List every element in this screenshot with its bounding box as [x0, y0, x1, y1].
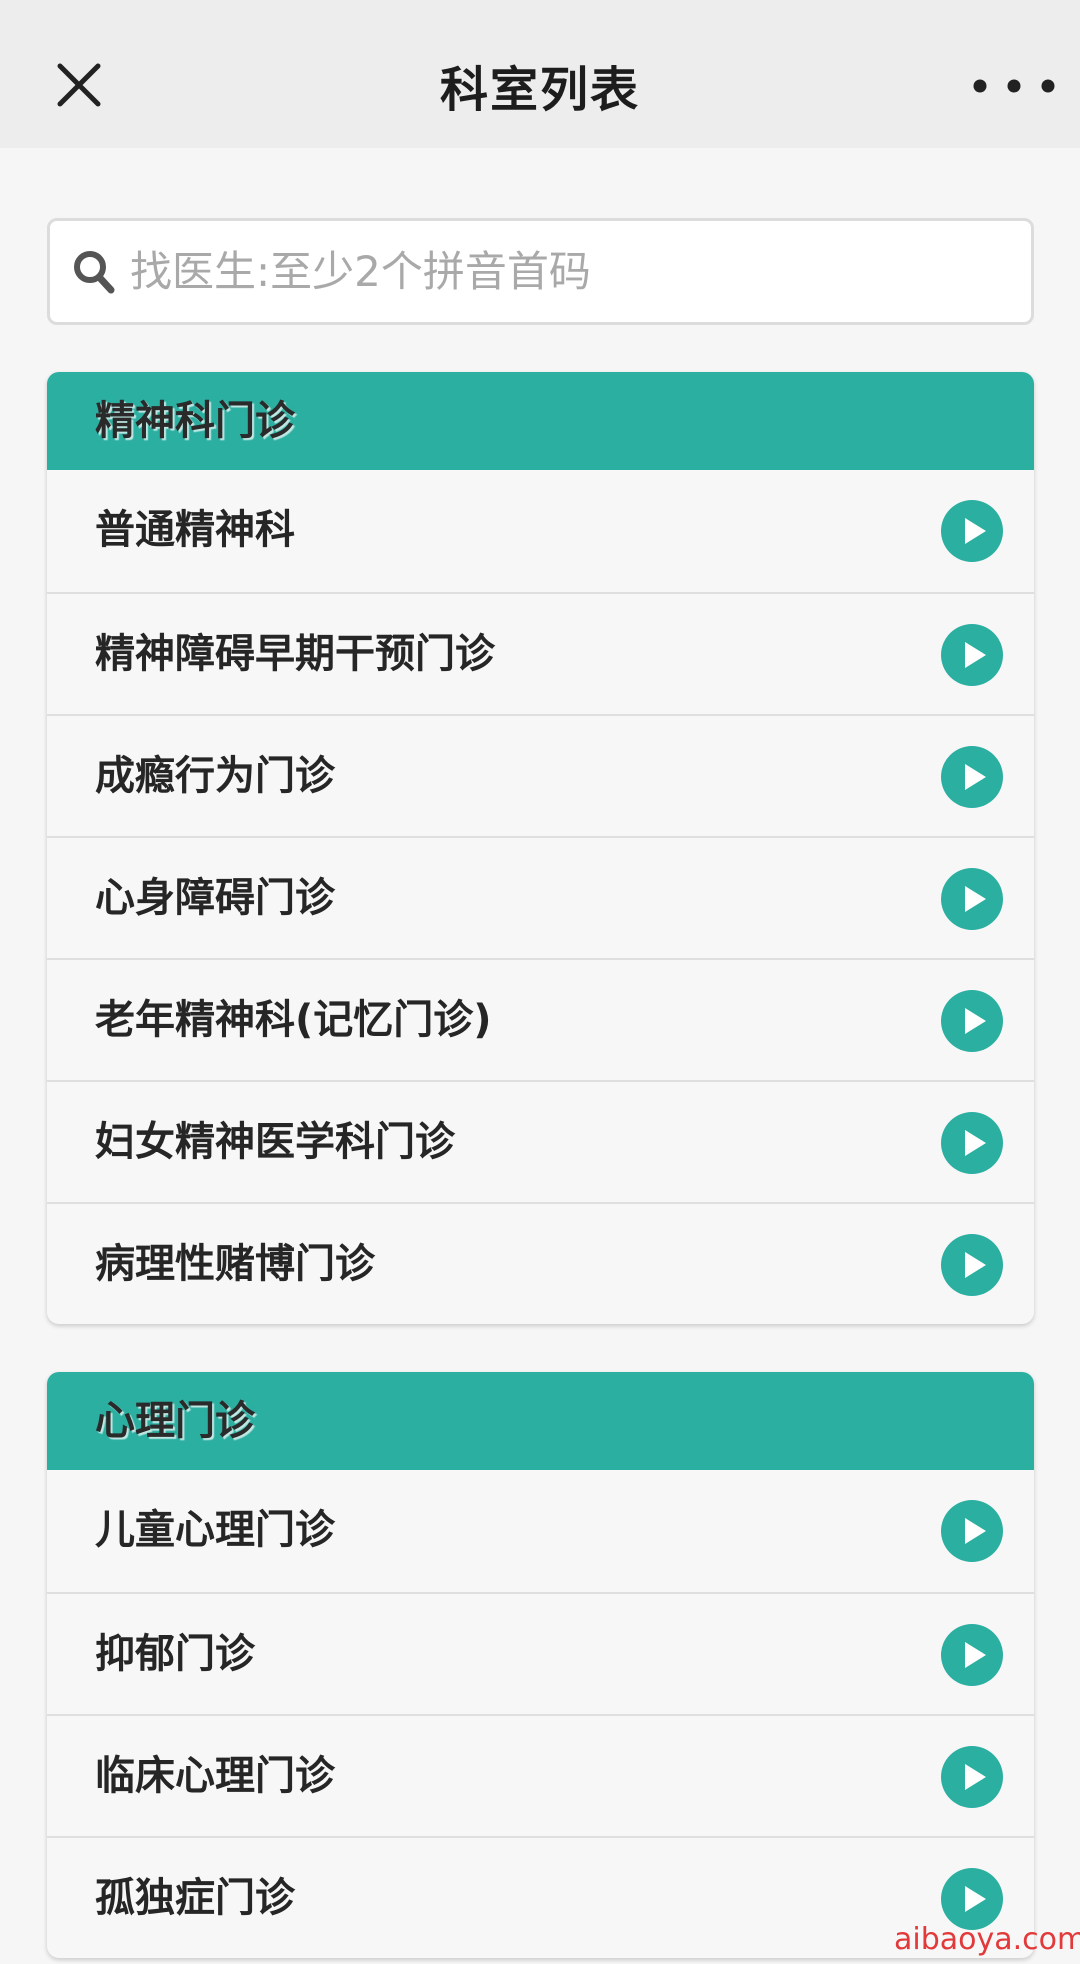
department-item[interactable]: 妇女精神医学科门诊: [47, 1080, 1034, 1202]
department-item[interactable]: 心身障碍门诊: [47, 836, 1034, 958]
section-header: 心理门诊: [47, 1372, 1034, 1470]
department-section: 心理门诊 儿童心理门诊 抑郁门诊临床心理门诊 孤独症门诊: [47, 1372, 1034, 1958]
department-item[interactable]: 孤独症门诊: [47, 1836, 1034, 1958]
department-item-label: 临床心理门诊: [95, 1753, 335, 1799]
more-dots-icon[interactable]: [968, 74, 1060, 98]
search-box[interactable]: [47, 218, 1034, 325]
watermark: aibaoya.com: [894, 1922, 1080, 1957]
department-item-label: 成瘾行为门诊: [95, 753, 335, 799]
department-item-label: 精神障碍早期干预门诊: [95, 631, 495, 677]
play-circle-icon[interactable]: [941, 990, 1003, 1052]
department-section: 精神科门诊 普通精神科精神障碍早期干预门诊 成瘾行为门诊 心身障碍门诊老年精神科(记…: [47, 372, 1034, 1324]
department-item-label: 孤独症门诊: [95, 1875, 295, 1921]
department-item[interactable]: 临床心理门诊: [47, 1714, 1034, 1836]
department-item[interactable]: 普通精神科: [47, 470, 1034, 592]
play-circle-icon[interactable]: [941, 746, 1003, 808]
item-list: 儿童心理门诊 抑郁门诊临床心理门诊 孤独症门诊: [47, 1470, 1034, 1958]
search-input[interactable]: [130, 221, 1010, 322]
play-circle-icon[interactable]: [941, 868, 1003, 930]
department-item[interactable]: 老年精神科(记忆门诊): [47, 958, 1034, 1080]
department-item-label: 心身障碍门诊: [95, 875, 335, 921]
play-circle-icon[interactable]: [941, 1112, 1003, 1174]
play-circle-icon[interactable]: [941, 1500, 1003, 1562]
department-item-label: 病理性赌博门诊: [95, 1241, 375, 1287]
department-item-label: 妇女精神医学科门诊: [95, 1119, 455, 1165]
search-icon: [74, 251, 115, 294]
play-circle-icon[interactable]: [941, 624, 1003, 686]
play-circle-icon[interactable]: [941, 1234, 1003, 1296]
play-circle-icon[interactable]: [941, 1624, 1003, 1686]
department-item[interactable]: 抑郁门诊: [47, 1592, 1034, 1714]
department-item[interactable]: 成瘾行为门诊: [47, 714, 1034, 836]
section-header: 精神科门诊: [47, 372, 1034, 470]
department-item-label: 普通精神科: [95, 507, 295, 553]
department-item-label: 老年精神科(记忆门诊): [95, 997, 492, 1043]
page-title: 科室列表: [439, 62, 640, 118]
play-circle-icon[interactable]: [941, 1746, 1003, 1808]
top-bar: 科室列表: [0, 0, 1080, 148]
department-item[interactable]: 儿童心理门诊: [47, 1470, 1034, 1592]
department-item-label: 抑郁门诊: [95, 1631, 255, 1677]
play-circle-icon[interactable]: [941, 1868, 1003, 1930]
play-circle-icon[interactable]: [941, 500, 1003, 562]
department-item[interactable]: 精神障碍早期干预门诊: [47, 592, 1034, 714]
item-list: 普通精神科精神障碍早期干预门诊 成瘾行为门诊 心身障碍门诊老年精神科(记忆门诊) 妇女…: [47, 470, 1034, 1324]
department-item[interactable]: 病理性赌博门诊: [47, 1202, 1034, 1324]
department-item-label: 儿童心理门诊: [95, 1507, 335, 1553]
